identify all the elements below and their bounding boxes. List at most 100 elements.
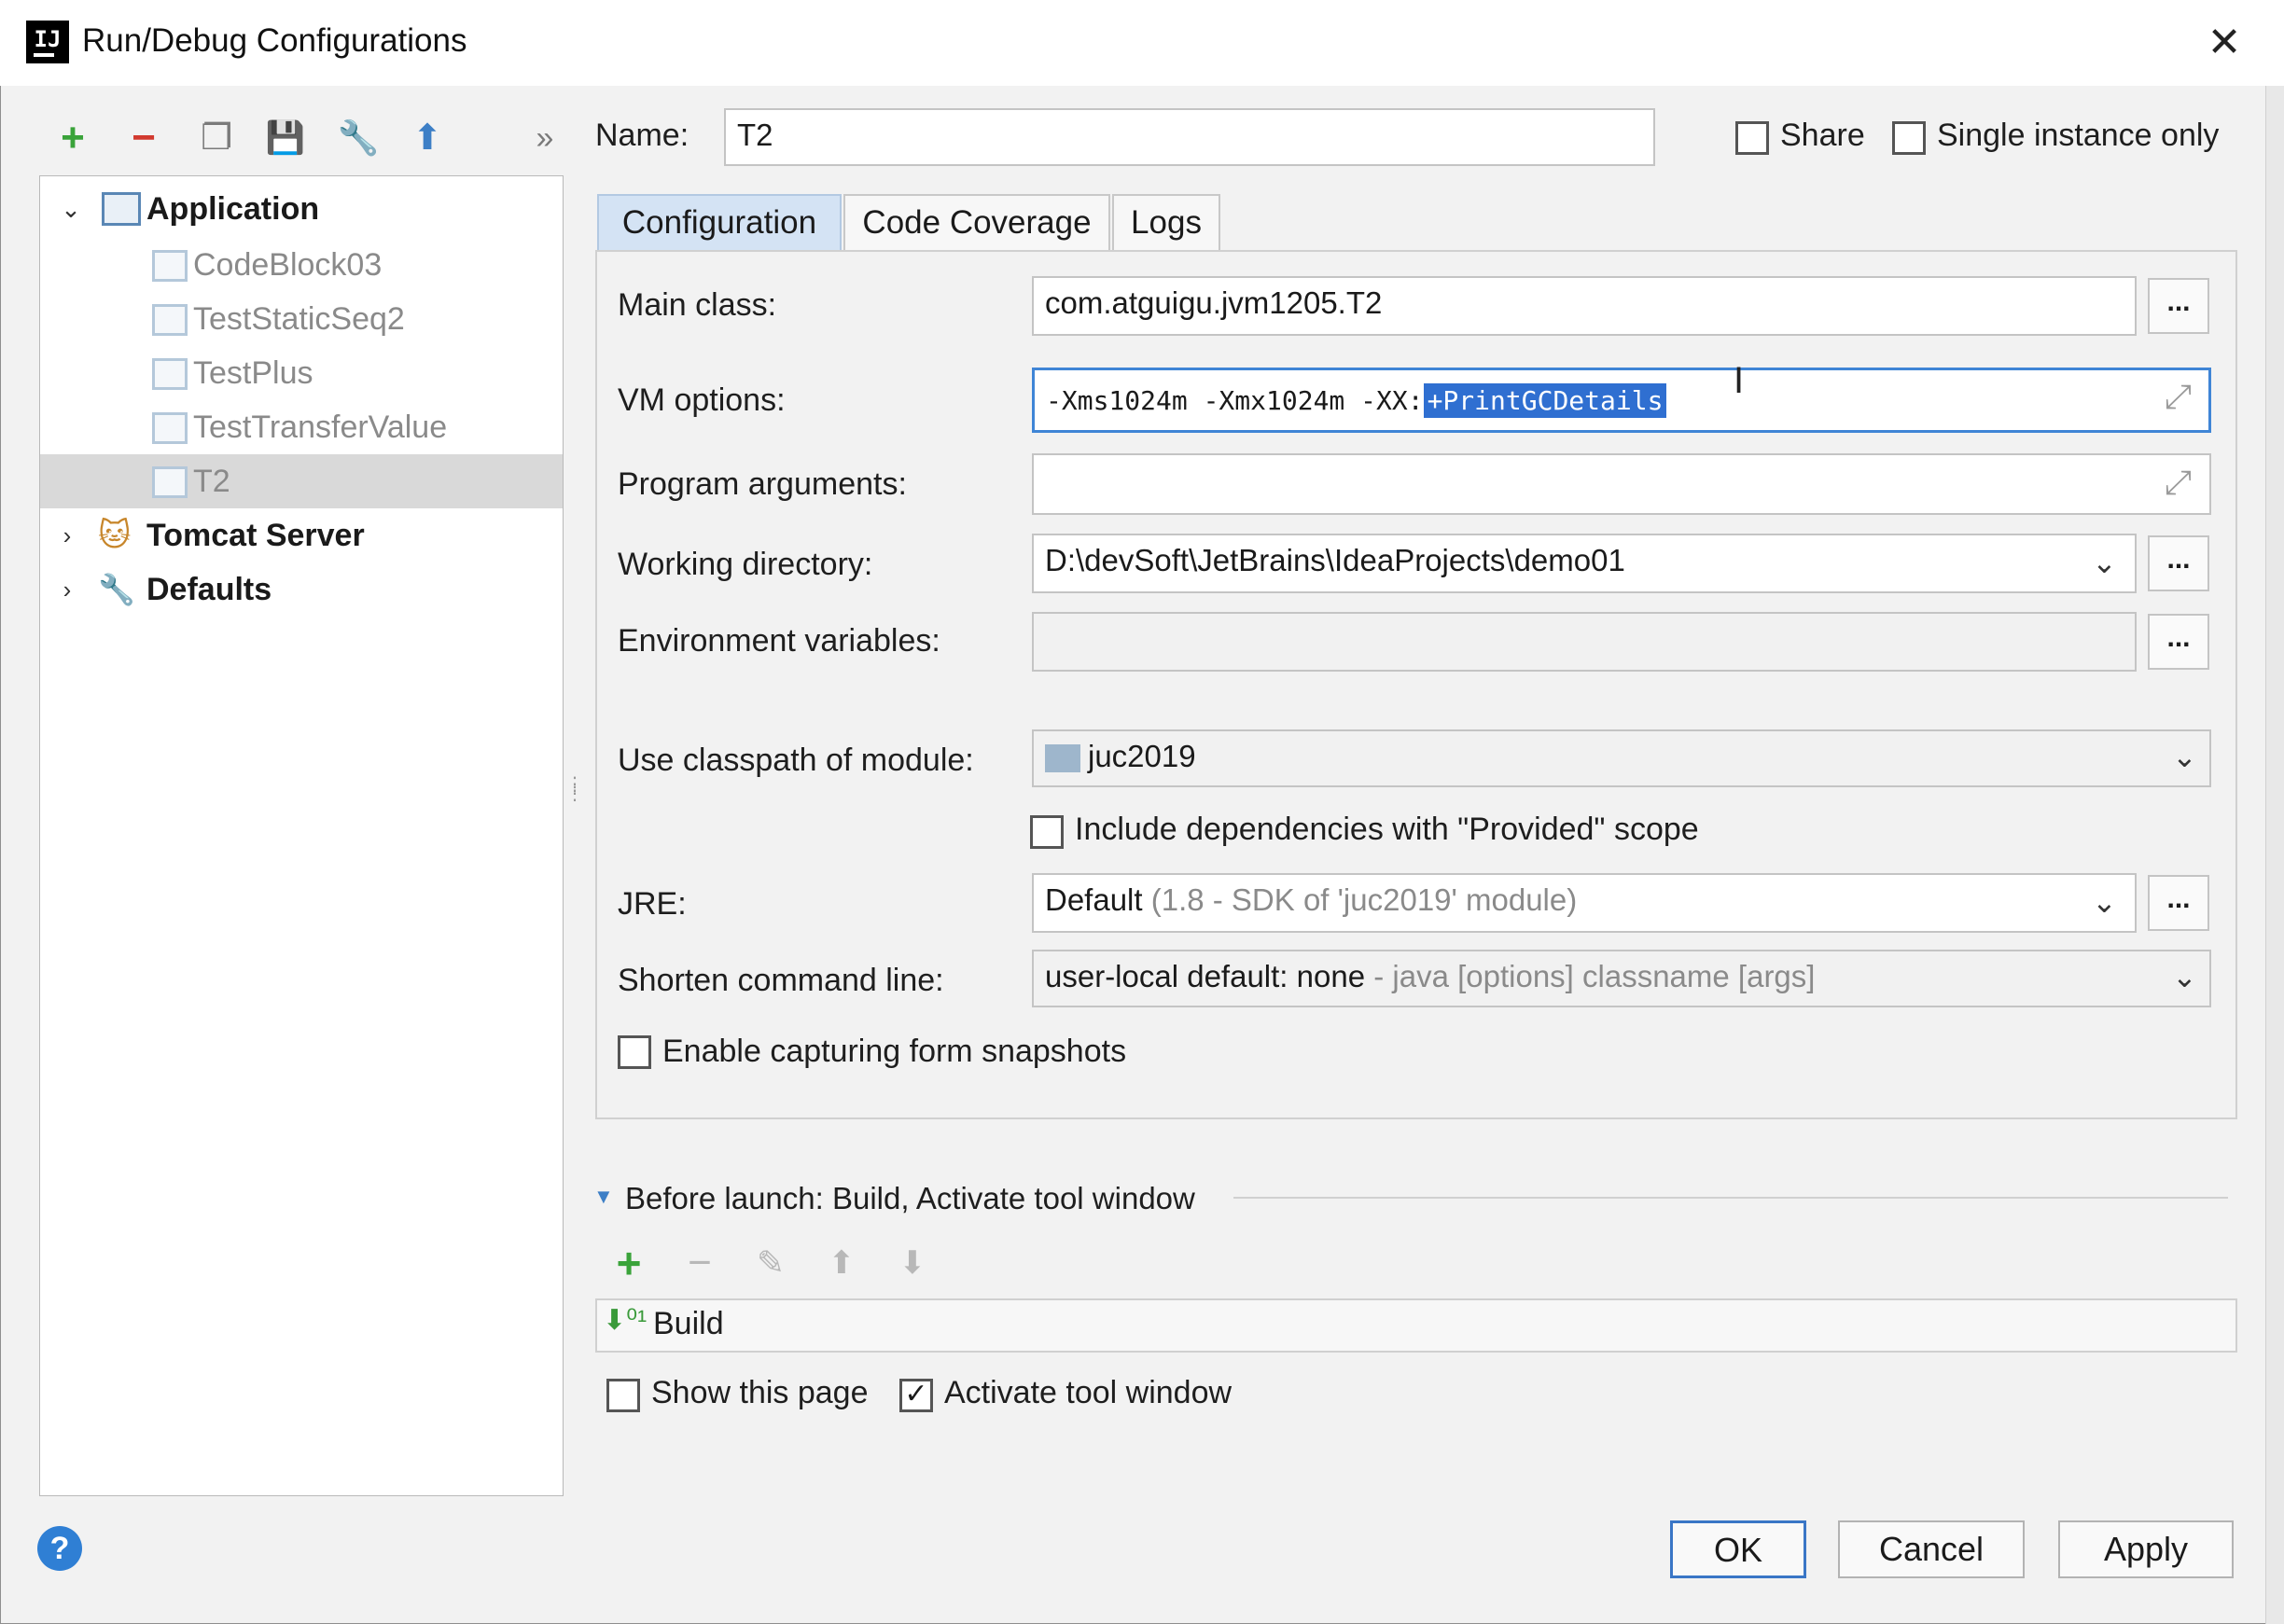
tree-group-defaults[interactable]: › 🔧 Defaults [40,562,563,617]
more-actions-button[interactable]: » [519,112,571,164]
tree-group-label: Defaults [146,572,272,607]
configuration-tree[interactable]: ⌄ Application CodeBlock03 TestStaticSeq2… [39,175,564,1496]
jre-value: Default [1045,882,1143,917]
application-config-icon [152,358,188,390]
jre-browse-button[interactable]: ... [2148,875,2209,931]
single-instance-checkbox[interactable] [1892,121,1926,155]
window-edge [2265,86,2284,1624]
shorten-command-line-value: user-local default: none [1045,959,1366,993]
tree-item-teststaticseq2[interactable]: TestStaticSeq2 [40,292,563,346]
share-label: Share [1780,118,1865,153]
move-up-button[interactable]: ⬆ [401,112,453,164]
remove-configuration-button[interactable]: − [118,112,170,164]
tomcat-icon: 🐱 [98,518,132,553]
move-task-up-button[interactable]: ⬆ [815,1237,868,1289]
application-config-icon [152,412,188,444]
tree-item-testplus[interactable]: TestPlus [40,346,563,400]
splitter-handle[interactable]: ⋮ ⋮ [565,775,584,821]
vm-options-input[interactable]: -Xms1024m -Xmx1024m -XX: +PrintGCDetails [1032,368,2211,433]
chevron-down-icon[interactable]: ⌄ [2172,959,2197,994]
tab-configuration[interactable]: Configuration [597,194,842,250]
chevron-down-icon[interactable]: ⌄ [2092,545,2117,580]
save-configuration-button[interactable]: 💾 [259,112,312,164]
jre-label: JRE: [618,886,687,922]
application-config-icon [152,250,188,282]
expand-icon[interactable]: ⤢ [2165,463,2192,503]
working-directory-label: Working directory: [618,547,873,582]
tree-item-label: T2 [193,464,230,499]
cancel-button[interactable]: Cancel [1838,1520,2025,1578]
application-config-icon [152,466,188,498]
jre-select[interactable]: Default (1.8 - SDK of 'juc2019' module) [1032,873,2137,933]
tab-logs[interactable]: Logs [1112,194,1220,250]
before-launch-task-list [595,1298,2237,1353]
close-icon[interactable]: ✕ [2196,19,2252,67]
activate-tool-window-checkbox[interactable]: ✓ [899,1379,933,1412]
include-provided-label: Include dependencies with "Provided" sco… [1075,812,1699,847]
collapse-triangle-icon[interactable]: ▼ [593,1185,614,1209]
build-icon: ⬇⁰¹ [603,1305,648,1336]
tree-item-testtransfervalue[interactable]: TestTransferValue [40,400,563,454]
program-arguments-label: Program arguments: [618,466,907,502]
application-config-icon [152,304,188,336]
text-cursor-icon: I [1734,360,1745,401]
classpath-module-select[interactable]: juc2019 [1032,729,2211,787]
apply-button[interactable]: Apply [2058,1520,2234,1578]
tree-group-tomcat-server[interactable]: › 🐱 Tomcat Server [40,508,563,562]
chevron-down-icon[interactable]: ⌄ [2172,739,2197,774]
tree-group-application[interactable]: ⌄ Application [40,182,563,236]
help-icon[interactable]: ? [37,1526,82,1571]
classpath-module-label: Use classpath of module: [618,743,974,778]
tree-item-label: TestTransferValue [193,409,448,445]
shorten-command-line-label: Shorten command line: [618,963,944,998]
classpath-module-value: juc2019 [1088,739,1196,773]
vm-options-text: -Xms1024m -Xmx1024m -XX: [1046,385,1424,416]
vm-options-label: VM options: [618,382,786,418]
environment-variables-label: Environment variables: [618,623,940,659]
chevron-right-icon[interactable]: › [53,562,81,617]
main-class-browse-button[interactable]: ... [2148,278,2209,334]
remove-task-button[interactable]: − [674,1237,726,1289]
copy-configuration-button[interactable]: ❐ [190,112,243,164]
edit-defaults-button[interactable]: 🔧 [332,112,384,164]
task-build[interactable]: Build [653,1306,724,1342]
defaults-wrench-icon: 🔧 [98,573,135,606]
working-directory-browse-button[interactable]: ... [2148,535,2209,591]
edit-task-button[interactable]: ✎ [745,1237,797,1289]
share-checkbox[interactable] [1735,121,1769,155]
section-divider [1233,1197,2228,1199]
add-configuration-button[interactable]: + [47,112,99,164]
window-title: Run/Debug Configurations [82,22,467,59]
tree-group-label: Application [146,191,320,227]
show-page-label: Show this page [651,1375,869,1410]
before-launch-header[interactable]: Before launch: Build, Activate tool wind… [625,1181,1195,1216]
chevron-down-icon[interactable]: ⌄ [2092,884,2117,920]
move-task-down-button[interactable]: ⬇ [886,1237,939,1289]
tree-item-codeblock03[interactable]: CodeBlock03 [40,238,563,292]
chevron-down-icon[interactable]: ⌄ [57,182,85,236]
environment-variables-browse-button[interactable]: ... [2148,614,2209,670]
single-instance-label: Single instance only [1937,118,2220,153]
vm-options-selected-text: +PrintGCDetails [1423,383,1667,418]
add-task-button[interactable]: + [603,1237,655,1289]
module-folder-icon [1045,744,1080,773]
shorten-command-line-select[interactable]: user-local default: none - java [options… [1032,950,2211,1007]
environment-variables-input[interactable] [1032,612,2137,672]
expand-icon[interactable]: ⤢ [2165,377,2192,417]
working-directory-value: D:\devSoft\JetBrains\IdeaProjects\demo01 [1045,543,1625,577]
intellij-logo-icon: IJ [26,21,69,63]
capture-snapshots-checkbox[interactable] [618,1035,651,1069]
name-label: Name: [595,118,689,153]
jre-hint: (1.8 - SDK of 'juc2019' module) [1150,882,1578,917]
working-directory-input[interactable]: D:\devSoft\JetBrains\IdeaProjects\demo01 [1032,534,2137,593]
tree-item-t2[interactable]: T2 [40,454,563,508]
chevron-right-icon[interactable]: › [53,508,81,562]
show-page-checkbox[interactable] [606,1379,640,1412]
tree-group-label: Tomcat Server [146,518,365,553]
ok-button[interactable]: OK [1670,1520,1806,1578]
tab-code-coverage[interactable]: Code Coverage [843,194,1110,250]
include-provided-checkbox[interactable] [1030,815,1064,849]
name-input[interactable]: T2 [724,108,1655,166]
program-arguments-input[interactable] [1032,453,2211,515]
main-class-input[interactable]: com.atguigu.jvm1205.T2 [1032,276,2137,336]
